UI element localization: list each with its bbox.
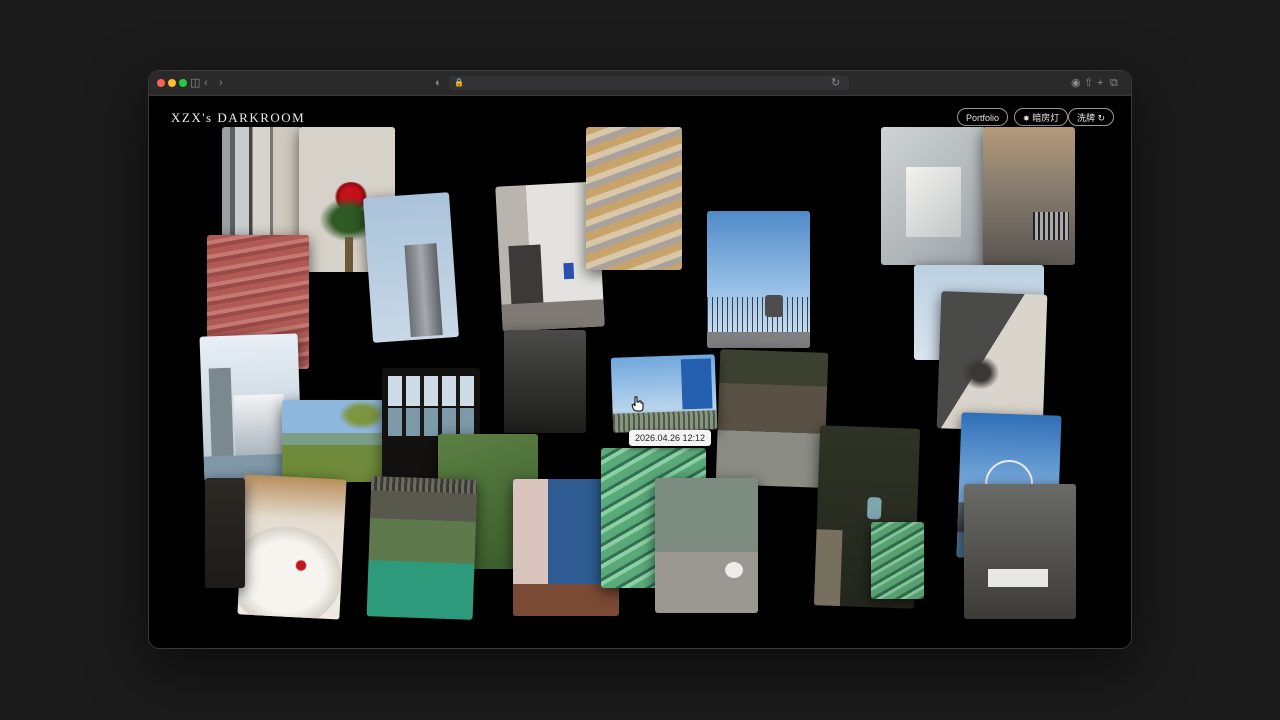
photo-card[interactable] bbox=[504, 330, 586, 433]
hand-cursor-icon bbox=[631, 396, 644, 412]
photo-card[interactable] bbox=[366, 476, 478, 620]
address-bar[interactable] bbox=[449, 76, 849, 90]
photo-card[interactable] bbox=[282, 400, 386, 482]
shuffle-button[interactable]: 洗牌 ↻ bbox=[1068, 108, 1115, 126]
portfolio-button[interactable]: Portfolio bbox=[957, 108, 1009, 126]
site-brand[interactable]: XZX's DARKROOM bbox=[171, 110, 305, 126]
portfolio-label: Portfolio bbox=[966, 113, 1000, 123]
photo-card[interactable] bbox=[871, 522, 924, 599]
back-icon[interactable]: ‹ bbox=[204, 76, 208, 90]
sidebar-toggle-icon[interactable]: ◫ bbox=[190, 76, 200, 90]
tab-overview-icon[interactable]: ⧉ bbox=[1110, 76, 1118, 90]
refresh-icon: ↻ bbox=[1097, 113, 1106, 123]
browser-titlebar: ◫ ‹ › ◐ 🔒 ↻ ◉ ⇧ + ⧉ bbox=[149, 71, 1131, 96]
photo-card[interactable] bbox=[715, 349, 829, 488]
close-window-button[interactable] bbox=[157, 79, 165, 87]
photo-card[interactable] bbox=[936, 291, 1048, 432]
photo-card[interactable] bbox=[237, 474, 347, 620]
sun-icon: ✸ bbox=[1023, 114, 1030, 123]
photo-card[interactable] bbox=[363, 192, 459, 343]
lock-icon: 🔒 bbox=[454, 78, 464, 87]
browser-window: ◫ ‹ › ◐ 🔒 ↻ ◉ ⇧ + ⧉ XZX's DARKROOM Portf… bbox=[149, 71, 1131, 648]
photo-card[interactable] bbox=[964, 484, 1076, 619]
photo-card[interactable] bbox=[655, 478, 758, 613]
photo-card[interactable] bbox=[881, 127, 986, 265]
photo-card[interactable] bbox=[205, 478, 245, 588]
forward-icon[interactable]: › bbox=[219, 76, 223, 90]
minimize-window-button[interactable] bbox=[168, 79, 176, 87]
new-tab-icon[interactable]: + bbox=[1097, 76, 1103, 90]
photo-card[interactable] bbox=[983, 127, 1075, 265]
photo-timestamp-tooltip: 2026.04.26 12:12 bbox=[629, 430, 712, 446]
safelight-button[interactable]: ✸ 暗房灯 bbox=[1014, 108, 1069, 126]
privacy-icon[interactable]: ◐ bbox=[435, 76, 442, 90]
photo-card[interactable] bbox=[222, 127, 302, 237]
reload-icon[interactable]: ↻ bbox=[831, 76, 840, 90]
photo-card-hovered[interactable] bbox=[610, 354, 718, 433]
photo-card[interactable] bbox=[586, 127, 682, 270]
zoom-window-button[interactable] bbox=[179, 79, 187, 87]
photo-card[interactable] bbox=[707, 211, 810, 348]
shuffle-label: 洗牌 bbox=[1077, 113, 1096, 123]
safelight-label: 暗房灯 bbox=[1032, 113, 1060, 123]
share-icon[interactable]: ⇧ bbox=[1084, 76, 1093, 90]
translate-icon[interactable]: ◉ bbox=[1071, 76, 1081, 90]
darkroom-page: XZX's DARKROOM Portfolio ✸ 暗房灯 洗牌 ↻ 2026… bbox=[149, 96, 1131, 648]
